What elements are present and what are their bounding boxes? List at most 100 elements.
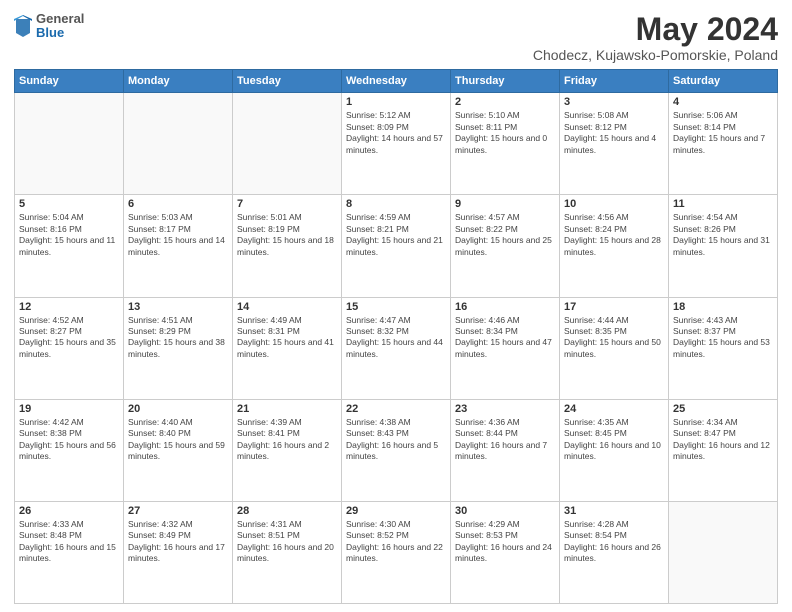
calendar-cell: 4 Sunrise: 5:06 AMSunset: 8:14 PMDaylight… [669,93,778,195]
day-number: 3 [564,96,664,108]
day-info: Sunrise: 4:51 AMSunset: 8:29 PMDaylight:… [128,315,228,361]
week-row-0: 1 Sunrise: 5:12 AMSunset: 8:09 PMDaylight… [15,93,778,195]
day-number: 6 [128,198,228,210]
page: General Blue May 2024 Chodecz, Kujawsko-… [0,0,792,612]
day-number: 8 [346,198,446,210]
day-number: 18 [673,301,773,313]
day-number: 23 [455,403,555,415]
week-row-3: 19 Sunrise: 4:42 AMSunset: 8:38 PMDayligh… [15,399,778,501]
day-number: 10 [564,198,664,210]
day-info: Sunrise: 4:44 AMSunset: 8:35 PMDaylight:… [564,315,664,361]
day-info: Sunrise: 4:32 AMSunset: 8:49 PMDaylight:… [128,519,228,565]
week-row-1: 5Sunrise: 5:04 AMSunset: 8:16 PMDaylight… [15,195,778,297]
day-number: 19 [19,403,119,415]
logo-icon [14,15,32,37]
weekday-header-row: SundayMondayTuesdayWednesdayThursdayFrid… [15,70,778,93]
day-number: 15 [346,301,446,313]
day-number: 11 [673,198,773,210]
day-number: 2 [455,96,555,108]
day-info: Sunrise: 5:10 AMSunset: 8:11 PMDaylight:… [455,110,555,156]
day-info: Sunrise: 5:04 AMSunset: 8:16 PMDaylight:… [19,212,119,258]
calendar-cell: 11Sunrise: 4:54 AMSunset: 8:26 PMDayligh… [669,195,778,297]
day-info: Sunrise: 4:34 AMSunset: 8:47 PMDaylight:… [673,417,773,463]
logo-text: General Blue [36,12,84,41]
calendar-cell: 25 Sunrise: 4:34 AMSunset: 8:47 PMDayligh… [669,399,778,501]
calendar-cell: 5Sunrise: 5:04 AMSunset: 8:16 PMDaylight… [15,195,124,297]
calendar-cell: 9Sunrise: 4:57 AMSunset: 8:22 PMDaylight… [451,195,560,297]
calendar-cell: 12Sunrise: 4:52 AMSunset: 8:27 PMDayligh… [15,297,124,399]
week-row-4: 26 Sunrise: 4:33 AMSunset: 8:48 PMDayligh… [15,501,778,603]
day-info: Sunrise: 4:43 AMSunset: 8:37 PMDaylight:… [673,315,773,361]
day-info: Sunrise: 5:06 AMSunset: 8:14 PMDaylight:… [673,110,773,156]
day-number: 1 [346,96,446,108]
day-info: Sunrise: 4:46 AMSunset: 8:34 PMDaylight:… [455,315,555,361]
day-info: Sunrise: 4:29 AMSunset: 8:53 PMDaylight:… [455,519,555,565]
day-info: Sunrise: 5:01 AMSunset: 8:19 PMDaylight:… [237,212,337,258]
day-info: Sunrise: 4:33 AMSunset: 8:48 PMDaylight:… [19,519,119,565]
day-info: Sunrise: 4:49 AMSunset: 8:31 PMDaylight:… [237,315,337,361]
day-info: Sunrise: 4:30 AMSunset: 8:52 PMDaylight:… [346,519,446,565]
day-number: 14 [237,301,337,313]
calendar-cell: 23 Sunrise: 4:36 AMSunset: 8:44 PMDayligh… [451,399,560,501]
day-number: 24 [564,403,664,415]
calendar-cell: 1 Sunrise: 5:12 AMSunset: 8:09 PMDaylight… [342,93,451,195]
weekday-header-tuesday: Tuesday [233,70,342,93]
logo: General Blue [14,12,84,41]
calendar-cell: 28 Sunrise: 4:31 AMSunset: 8:51 PMDayligh… [233,501,342,603]
day-number: 22 [346,403,446,415]
day-number: 7 [237,198,337,210]
weekday-header-sunday: Sunday [15,70,124,93]
day-info: Sunrise: 4:31 AMSunset: 8:51 PMDaylight:… [237,519,337,565]
calendar-cell: 10 Sunrise: 4:56 AMSunset: 8:24 PMDayligh… [560,195,669,297]
day-info: Sunrise: 4:42 AMSunset: 8:38 PMDaylight:… [19,417,119,463]
day-number: 27 [128,505,228,517]
weekday-header-saturday: Saturday [669,70,778,93]
weekday-header-thursday: Thursday [451,70,560,93]
calendar-cell: 16 Sunrise: 4:46 AMSunset: 8:34 PMDayligh… [451,297,560,399]
calendar-cell: 7 Sunrise: 5:01 AMSunset: 8:19 PMDaylight… [233,195,342,297]
calendar-cell [233,93,342,195]
day-number: 28 [237,505,337,517]
day-number: 25 [673,403,773,415]
calendar-cell: 22 Sunrise: 4:38 AMSunset: 8:43 PMDayligh… [342,399,451,501]
day-info: Sunrise: 4:59 AMSunset: 8:21 PMDaylight:… [346,212,446,258]
day-info: Sunrise: 5:08 AMSunset: 8:12 PMDaylight:… [564,110,664,156]
header: General Blue May 2024 Chodecz, Kujawsko-… [14,12,778,63]
day-number: 26 [19,505,119,517]
weekday-header-wednesday: Wednesday [342,70,451,93]
day-info: Sunrise: 5:12 AMSunset: 8:09 PMDaylight:… [346,110,446,156]
calendar-cell: 24Sunrise: 4:35 AMSunset: 8:45 PMDayligh… [560,399,669,501]
day-info: Sunrise: 4:40 AMSunset: 8:40 PMDaylight:… [128,417,228,463]
calendar-cell: 27 Sunrise: 4:32 AMSunset: 8:49 PMDayligh… [124,501,233,603]
day-info: Sunrise: 4:28 AMSunset: 8:54 PMDaylight:… [564,519,664,565]
weekday-header-monday: Monday [124,70,233,93]
calendar-cell: 15 Sunrise: 4:47 AMSunset: 8:32 PMDayligh… [342,297,451,399]
subtitle: Chodecz, Kujawsko-Pomorskie, Poland [533,47,778,63]
calendar-cell: 17Sunrise: 4:44 AMSunset: 8:35 PMDayligh… [560,297,669,399]
calendar-cell: 21Sunrise: 4:39 AMSunset: 8:41 PMDayligh… [233,399,342,501]
calendar-cell: 18 Sunrise: 4:43 AMSunset: 8:37 PMDayligh… [669,297,778,399]
calendar-cell [124,93,233,195]
calendar-cell: 13Sunrise: 4:51 AMSunset: 8:29 PMDayligh… [124,297,233,399]
day-number: 20 [128,403,228,415]
day-info: Sunrise: 4:36 AMSunset: 8:44 PMDaylight:… [455,417,555,463]
day-info: Sunrise: 4:38 AMSunset: 8:43 PMDaylight:… [346,417,446,463]
calendar-cell: 2 Sunrise: 5:10 AMSunset: 8:11 PMDaylight… [451,93,560,195]
calendar-cell: 8 Sunrise: 4:59 AMSunset: 8:21 PMDaylight… [342,195,451,297]
main-title: May 2024 [533,12,778,47]
day-number: 4 [673,96,773,108]
calendar-cell: 29Sunrise: 4:30 AMSunset: 8:52 PMDayligh… [342,501,451,603]
calendar-cell: 20 Sunrise: 4:40 AMSunset: 8:40 PMDayligh… [124,399,233,501]
logo-blue: Blue [36,26,84,40]
calendar-cell: 19 Sunrise: 4:42 AMSunset: 8:38 PMDayligh… [15,399,124,501]
day-info: Sunrise: 5:03 AMSunset: 8:17 PMDaylight:… [128,212,228,258]
day-number: 16 [455,301,555,313]
week-row-2: 12Sunrise: 4:52 AMSunset: 8:27 PMDayligh… [15,297,778,399]
calendar-cell [669,501,778,603]
calendar-cell: 26 Sunrise: 4:33 AMSunset: 8:48 PMDayligh… [15,501,124,603]
day-number: 21 [237,403,337,415]
day-info: Sunrise: 4:57 AMSunset: 8:22 PMDaylight:… [455,212,555,258]
day-info: Sunrise: 4:47 AMSunset: 8:32 PMDaylight:… [346,315,446,361]
calendar-cell: 14 Sunrise: 4:49 AMSunset: 8:31 PMDayligh… [233,297,342,399]
day-info: Sunrise: 4:56 AMSunset: 8:24 PMDaylight:… [564,212,664,258]
